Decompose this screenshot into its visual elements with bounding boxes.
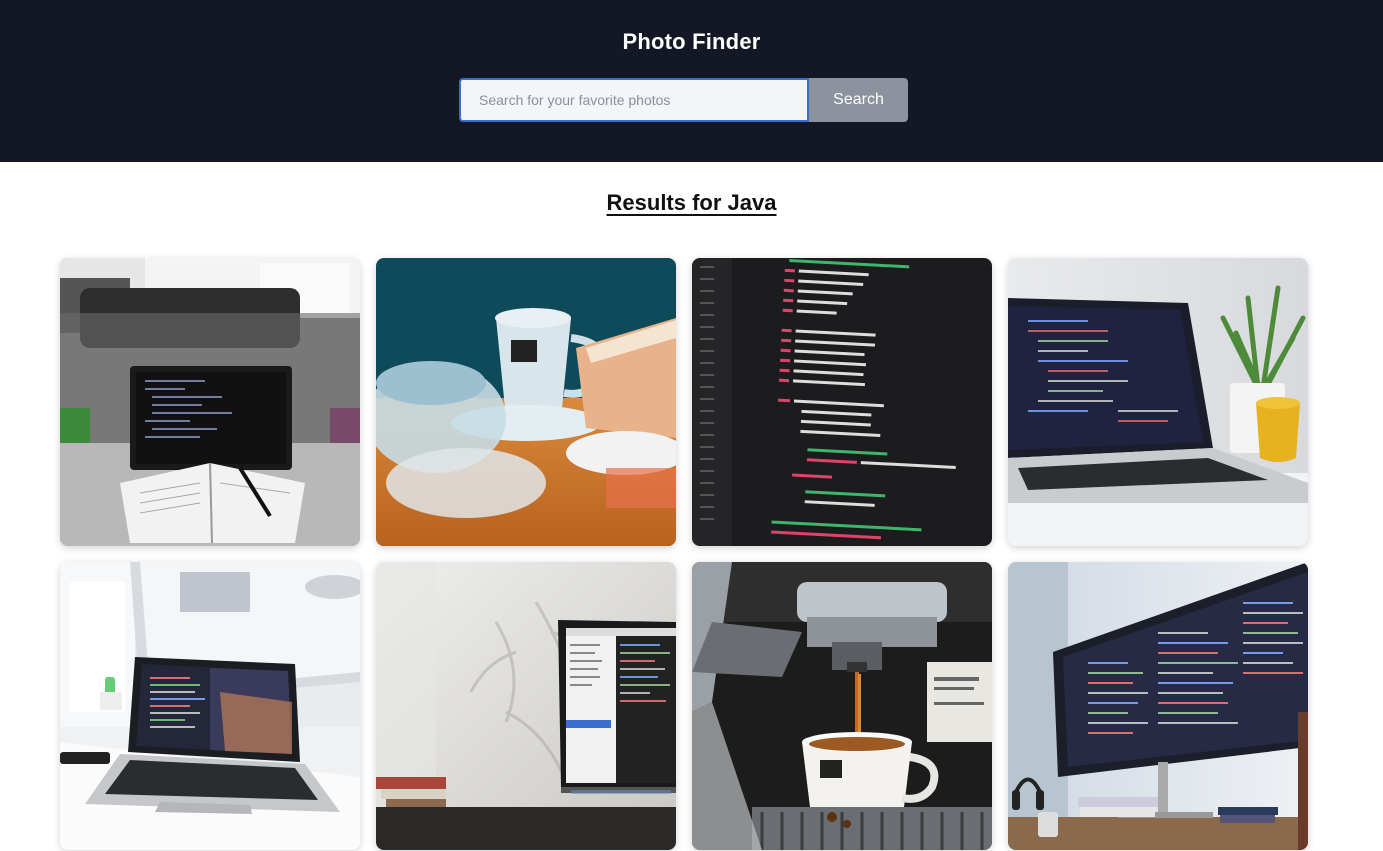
code-screen-photo: [692, 258, 992, 546]
laptop-notebook-bw-photo: [60, 258, 360, 546]
photo-card[interactable]: [60, 258, 360, 546]
photo-card[interactable]: [692, 258, 992, 546]
search-form: Search: [459, 78, 908, 122]
photo-card[interactable]: [692, 562, 992, 850]
search-input[interactable]: [459, 78, 809, 122]
results-heading-text: Results for Java: [606, 190, 777, 215]
photo-card[interactable]: [60, 562, 360, 850]
app-title: Photo Finder: [622, 29, 761, 54]
photo-grid: [60, 258, 1308, 850]
photo-card[interactable]: [376, 562, 676, 850]
espresso-machine-photo: [692, 562, 992, 850]
search-button[interactable]: Search: [809, 78, 908, 122]
monitor-code-photo: [1008, 562, 1308, 850]
photo-card[interactable]: [1008, 258, 1308, 546]
coffee-cup-cake-photo: [376, 258, 676, 546]
laptop-wall-shadow-photo: [376, 562, 676, 850]
photo-card[interactable]: [1008, 562, 1308, 850]
results-heading: Results for Java: [0, 190, 1383, 216]
top-header: Photo Finder Search: [0, 0, 1383, 162]
laptop-desk-window-photo: [60, 562, 360, 850]
laptop-plant-mug-photo: [1008, 258, 1308, 546]
photo-card[interactable]: [376, 258, 676, 546]
